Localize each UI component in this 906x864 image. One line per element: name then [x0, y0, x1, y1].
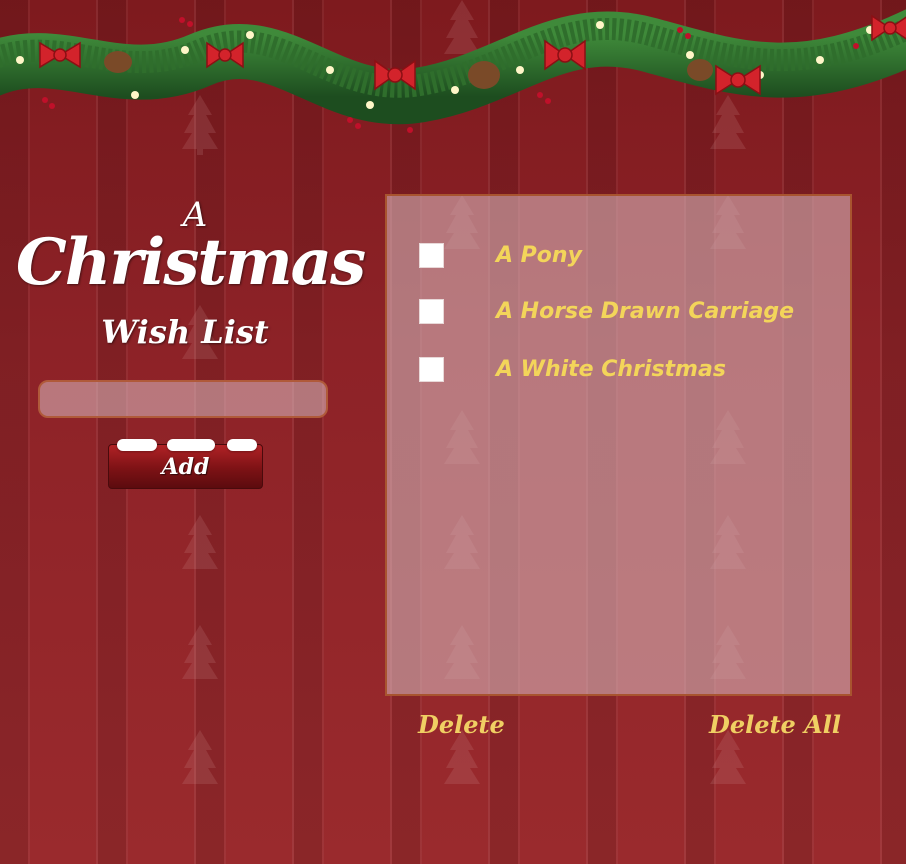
list-item: A Horse Drawn Carriage: [419, 296, 794, 326]
wish-text: A Pony: [496, 242, 582, 268]
wish-list-panel: A Pony A Horse Drawn Carriage A White Ch…: [385, 194, 852, 696]
list-item: A White Christmas: [419, 354, 726, 384]
list-item: A Pony: [419, 240, 582, 270]
wish-checkbox[interactable]: [419, 356, 444, 382]
snow-decoration: [117, 439, 157, 451]
wish-text: A Horse Drawn Carriage: [496, 298, 795, 324]
delete-all-button[interactable]: Delete All: [709, 710, 841, 739]
snow-decoration: [167, 439, 215, 451]
page-title: Christmas: [15, 225, 366, 300]
wish-checkbox[interactable]: [419, 242, 444, 268]
wish-checkbox[interactable]: [419, 298, 444, 324]
add-button-label: Add: [161, 453, 210, 480]
garland-decoration: [0, 9, 906, 133]
delete-button[interactable]: Delete: [418, 710, 505, 739]
add-button[interactable]: Add: [108, 439, 263, 489]
page-subtitle: Wish List: [101, 313, 269, 351]
wish-text: A White Christmas: [496, 356, 726, 382]
snow-decoration: [227, 439, 257, 451]
wish-input[interactable]: [38, 380, 328, 418]
